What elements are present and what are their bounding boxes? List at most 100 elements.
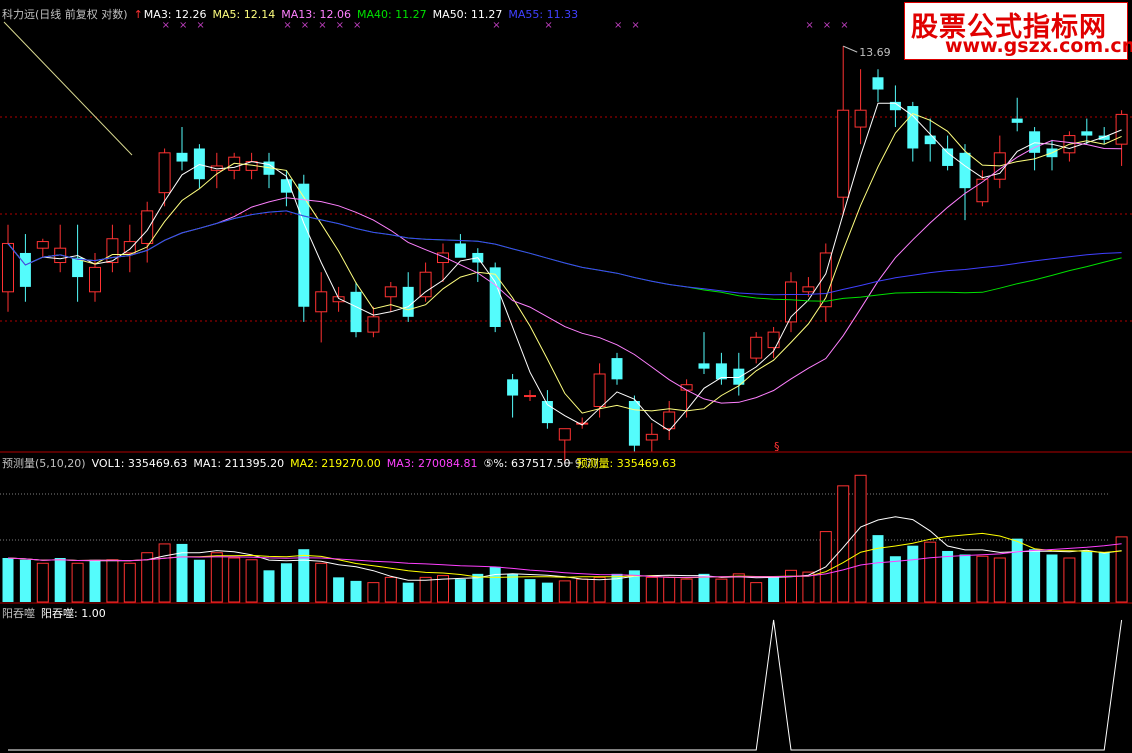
candle-body	[750, 336, 763, 359]
ma50-label: MA50: 11.27	[432, 8, 503, 21]
volume-bar	[837, 485, 850, 603]
candle-body	[593, 373, 606, 407]
volume-bar	[263, 570, 275, 602]
volume-bar	[19, 559, 31, 602]
candle-body	[437, 252, 449, 264]
ma3-up-arrow: ↑	[133, 8, 143, 21]
price-header: 科力远(日线 前复权 对数) ↑MA3: 12.26 MA5: 12.14 MA13:…	[2, 6, 584, 22]
indicator-value: 阳吞噬: 1.00	[41, 607, 106, 620]
candle-body	[698, 363, 710, 369]
volume-bar	[1115, 536, 1128, 603]
vol-ma1-line	[7, 516, 1122, 581]
candle-body	[872, 77, 884, 90]
signal-marker: ×	[823, 20, 831, 31]
vol-ma3-label: MA3: 270084.81	[386, 457, 478, 470]
candle-body	[924, 135, 936, 145]
candle-body	[767, 331, 780, 349]
candle-body	[959, 152, 971, 189]
volume-bar	[593, 576, 606, 603]
candle-body	[837, 109, 850, 198]
watermark-line2: www.gszx.com.cn	[945, 35, 1132, 57]
vol-ma2-label: MA2: 219270.00	[290, 457, 381, 470]
candle-body	[524, 395, 536, 398]
volume-bar	[785, 569, 797, 603]
chart-canvas[interactable]: × × × × × × × × × × × × × × ×13.699.77§	[0, 0, 1132, 753]
volume-bar	[541, 582, 553, 602]
volume-bar	[959, 554, 971, 602]
volume-header: 预测量(5,10,20) VOL1: 335469.63 MA1: 211395.2…	[2, 455, 682, 471]
volume-bar	[715, 578, 728, 603]
volume-bar	[158, 543, 171, 603]
ma55-label: MA55: 11.33	[508, 8, 579, 21]
high-price-label: 13.69	[859, 46, 891, 59]
candle-body	[454, 243, 466, 258]
volume-bar	[768, 577, 780, 602]
candle-body	[645, 433, 658, 441]
vol-ma1-label: MA1: 211395.20	[193, 457, 285, 470]
indicator-line	[8, 619, 1123, 751]
section-marker: §	[774, 440, 780, 453]
candle-body	[942, 148, 954, 166]
candle-body	[2, 242, 14, 293]
candle-body	[419, 271, 432, 298]
candle-body	[19, 252, 31, 287]
volume-bar	[71, 562, 84, 603]
volume-bar	[889, 556, 901, 602]
volume-bar	[298, 549, 310, 602]
candle-body	[367, 316, 380, 333]
volume-bar	[1029, 549, 1041, 602]
ma40-label: MA40: 11.27	[356, 8, 427, 21]
candle-body	[1098, 135, 1110, 140]
volume-bar	[558, 580, 571, 603]
volume-bar	[1098, 552, 1110, 602]
candle-body	[507, 379, 519, 396]
candle-body	[1081, 131, 1093, 136]
volume-bar	[942, 550, 954, 602]
vol-pct-label: ⑤%: 637517.50	[483, 457, 571, 470]
volume-bar	[750, 582, 763, 603]
volume-bar	[976, 555, 989, 603]
ma5-label: MA5: 12.14	[212, 8, 276, 21]
signal-marker: ×	[840, 20, 848, 31]
volume-bar	[680, 578, 693, 603]
ma3-line	[7, 102, 1122, 432]
candle-body	[384, 286, 397, 298]
volume-bar	[210, 552, 223, 603]
volume-bar	[106, 559, 119, 603]
candle-body	[976, 178, 989, 203]
candle-body	[158, 152, 171, 194]
ma13-line	[7, 139, 1122, 404]
signal-marker: ×	[805, 20, 813, 31]
trend-line	[3, 21, 133, 156]
volume-bar	[698, 573, 710, 602]
candle-body	[315, 291, 328, 313]
volume-bar	[193, 559, 205, 602]
volume-bar	[123, 562, 136, 603]
volume-bar	[280, 563, 292, 602]
vol1-label: VOL1: 335469.63	[91, 457, 188, 470]
vol-forecast-label: 预测量: 335469.63	[576, 457, 677, 470]
candle-body	[89, 266, 101, 293]
volume-bar	[663, 576, 676, 603]
candle-body	[298, 183, 310, 307]
volume-bar	[367, 582, 380, 603]
volume-bar	[245, 559, 258, 603]
indicator-header: 阳吞噬 阳吞噬: 1.00	[2, 605, 112, 621]
signal-marker: ×	[631, 20, 639, 31]
volume-bar	[1063, 557, 1076, 603]
volume-bar	[645, 576, 658, 603]
candle-body	[785, 281, 797, 323]
volume-bar	[993, 557, 1006, 603]
volume-bar	[924, 541, 937, 603]
candle-body	[36, 241, 49, 249]
candle-body	[1011, 118, 1023, 123]
candle-body	[106, 238, 119, 264]
ma3-label: MA3: 12.26	[143, 8, 207, 21]
candle-body	[854, 109, 867, 128]
candle-body	[628, 400, 640, 446]
volume-bar	[384, 576, 397, 603]
candle-body	[558, 428, 571, 441]
volume-bar	[907, 545, 919, 602]
volume-bar	[732, 573, 745, 603]
volume-bar	[454, 579, 466, 602]
